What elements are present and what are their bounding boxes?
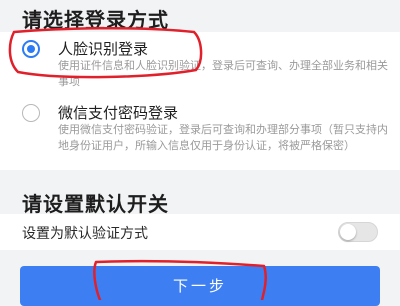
radio-selected-icon[interactable]: [22, 40, 40, 58]
default-setting-row: 设置为默认验证方式: [0, 214, 400, 250]
option-label: 人脸识别登录: [58, 40, 149, 58]
option-description: 使用微信支付密码验证，登录后可查询和办理部分事项（暂只支持内地身份证用户，所输入…: [58, 123, 388, 152]
login-options-card: 人脸识别登录 使用证件信息和人脸识别验证，登录后可查询、办理全部业务和相关事项 …: [0, 32, 400, 170]
default-switch-heading: 请设置默认开关: [22, 192, 169, 216]
login-method-heading: 请选择登录方式: [22, 8, 169, 32]
default-toggle-switch[interactable]: [338, 222, 378, 242]
next-step-button[interactable]: 下一步: [20, 266, 380, 306]
option-label: 微信支付密码登录: [58, 104, 179, 122]
option-description: 使用证件信息和人脸识别验证，登录后可查询、办理全部业务和相关事项: [58, 59, 388, 88]
default-toggle-label: 设置为默认验证方式: [22, 226, 148, 242]
radio-unselected-icon[interactable]: [22, 104, 40, 122]
